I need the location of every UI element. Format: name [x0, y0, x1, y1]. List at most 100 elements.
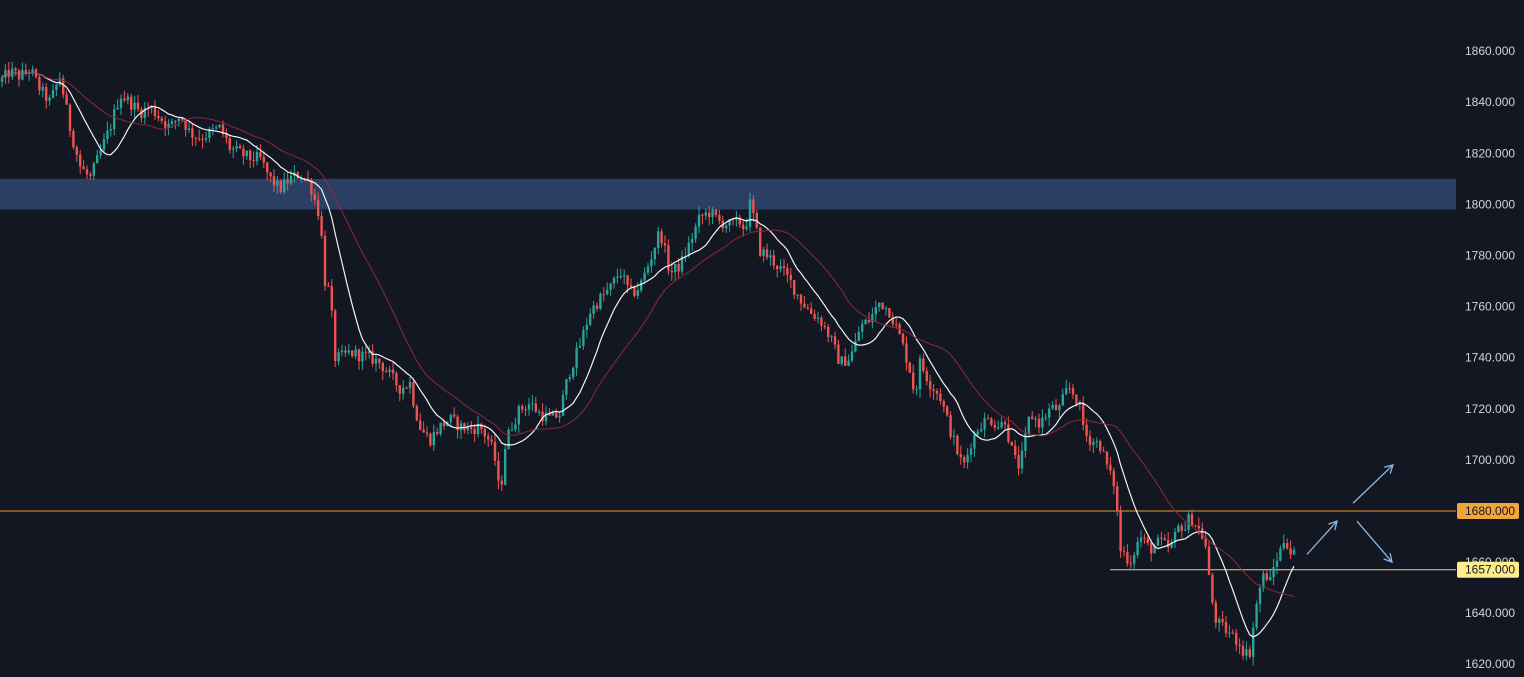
candle-body: [395, 373, 398, 386]
candle-body: [976, 431, 979, 435]
candle-body: [449, 414, 452, 422]
candle-body: [432, 432, 435, 446]
candle-body: [1167, 539, 1170, 548]
candle-body: [782, 266, 786, 269]
candle-body: [867, 319, 871, 323]
candle-body: [1228, 632, 1231, 634]
candle: [949, 411, 952, 440]
candle-body: [473, 429, 476, 434]
candle-body: [840, 356, 843, 364]
candle-body: [990, 418, 993, 425]
candle-body: [330, 286, 333, 311]
candle-body: [612, 277, 616, 284]
candle-body: [405, 387, 408, 389]
candle-body: [75, 147, 78, 155]
candle-body: [776, 265, 779, 269]
candle: [1255, 600, 1258, 631]
candle-body: [521, 406, 524, 410]
candle-body: [398, 385, 401, 394]
candle-body: [391, 369, 395, 374]
candle-body: [1031, 416, 1034, 420]
candle-body: [585, 324, 588, 331]
candle-body: [164, 120, 167, 128]
candle-body: [932, 389, 935, 391]
candle-body: [119, 98, 123, 108]
candle-body: [1255, 603, 1258, 628]
candle-body: [184, 120, 187, 130]
candle-body: [1245, 649, 1248, 656]
candle-body: [1238, 644, 1241, 647]
candle-body: [136, 102, 140, 110]
candle-body: [561, 394, 565, 416]
candle-body: [181, 118, 184, 121]
candle-body: [602, 294, 605, 296]
candle-body: [568, 377, 571, 379]
price-chart[interactable]: 1620.0001640.0001660.0001680.0001700.000…: [0, 0, 1524, 677]
candle-body: [922, 358, 925, 372]
candle-body: [1177, 525, 1180, 532]
candle-body: [1085, 424, 1088, 437]
candle-body: [640, 280, 643, 291]
candle: [1116, 481, 1119, 516]
candle-body: [555, 411, 558, 418]
candle-body: [286, 179, 289, 184]
candle-body: [1163, 538, 1166, 540]
candle-body: [558, 415, 561, 418]
candle-body: [106, 130, 109, 140]
candle-body: [1048, 408, 1051, 418]
candle-body: [874, 307, 877, 315]
candle-body: [347, 350, 350, 353]
candle-body: [1265, 573, 1268, 581]
candle-body: [854, 341, 857, 352]
candle-body: [55, 84, 58, 91]
candle-body: [92, 163, 95, 176]
candle-body: [810, 308, 813, 314]
candle-body: [262, 157, 265, 163]
candle-body: [1068, 388, 1071, 390]
candle-body: [643, 272, 646, 281]
candle: [1010, 441, 1013, 446]
candle-body: [89, 174, 92, 176]
candle-body: [41, 86, 44, 91]
candle-body: [714, 209, 718, 215]
candle-body: [364, 351, 367, 353]
candle-body: [674, 263, 677, 273]
candle-body: [1235, 632, 1238, 645]
candle-body: [912, 372, 915, 390]
candle-body: [459, 423, 463, 431]
candle-body: [1065, 388, 1068, 395]
candle-body: [245, 150, 248, 157]
candle-body: [1160, 537, 1163, 539]
candle-body: [402, 387, 405, 394]
candle-body: [1051, 404, 1054, 409]
candle-body: [1041, 417, 1044, 428]
candle-body: [126, 96, 129, 101]
candle-body: [174, 121, 177, 123]
candle-body: [609, 283, 612, 290]
y-tick-label: 1840.000: [1465, 95, 1515, 109]
candle-body: [442, 422, 446, 426]
candle: [334, 308, 337, 368]
candle-body: [232, 148, 235, 150]
candle-body: [201, 139, 204, 141]
candle: [72, 128, 75, 150]
candle-body: [711, 209, 714, 218]
candle-body: [708, 212, 711, 218]
candle-body: [847, 360, 850, 366]
candle-body: [1020, 450, 1024, 469]
candle-body: [786, 268, 789, 275]
candle-body: [68, 104, 72, 131]
candle-body: [694, 226, 697, 240]
candle-body: [422, 429, 425, 433]
candle-body: [385, 371, 388, 373]
candle-body: [1150, 542, 1153, 554]
candle-body: [779, 266, 782, 269]
candle-body: [96, 155, 99, 164]
y-tick-label: 1740.000: [1465, 351, 1515, 365]
candle-body: [113, 109, 116, 130]
candle-body: [198, 138, 201, 140]
candle-body: [1187, 514, 1190, 530]
candle-body: [861, 324, 864, 332]
candle-body: [242, 148, 245, 157]
candle-body: [772, 255, 775, 266]
